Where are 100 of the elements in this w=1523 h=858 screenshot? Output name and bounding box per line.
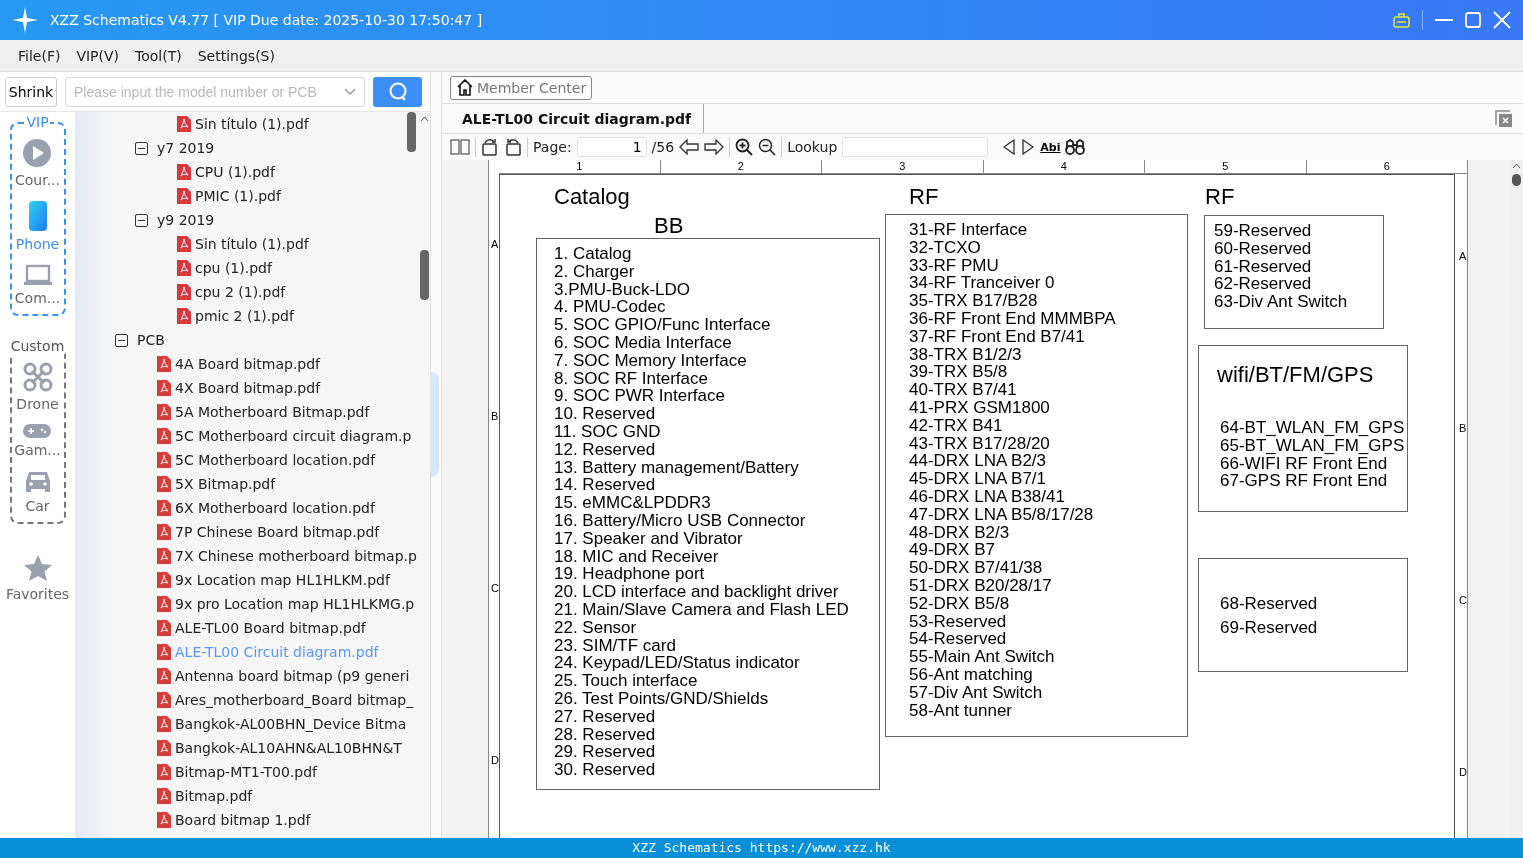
logo-icon (12, 7, 38, 33)
category-button[interactable]: Car (23, 470, 52, 514)
file-item[interactable]: Sin título (1).pdf (195, 116, 309, 132)
zoom-in-icon[interactable] (735, 138, 754, 156)
menu-item[interactable]: Tool(T) (135, 47, 182, 64)
catalog-entry: 26. Test Points/GND/Shields (554, 689, 770, 708)
catalog-entry: 29. Reserved (554, 743, 657, 762)
next-page-icon[interactable] (704, 139, 725, 155)
rotate-right-icon[interactable] (504, 138, 522, 156)
file-item[interactable]: Bitmap-MT1-T00.pdf (175, 764, 317, 780)
member-center-button[interactable]: Member Center (450, 75, 593, 100)
binoculars-icon[interactable] (1065, 139, 1086, 155)
row-letter: C (491, 582, 499, 594)
file-item[interactable]: 7P Chinese Board bitmap.pdf (175, 524, 380, 540)
page-field[interactable]: 1 (576, 137, 647, 157)
menu-item[interactable]: Settings(S) (197, 47, 275, 64)
catalog-entry: 41-PRX GSM1800 (909, 398, 1051, 417)
folder-item[interactable]: y9 2019 (157, 212, 215, 228)
menu-item[interactable]: VIP(V) (76, 47, 120, 64)
catalog-entry: 3.PMU-Buck-LDO (554, 280, 692, 299)
collapse-icon[interactable] (135, 213, 148, 227)
page-count: /56 (651, 139, 675, 155)
file-item[interactable]: Ares_motherboard_Board bitmap_ (175, 692, 414, 708)
two-page-icon[interactable] (450, 139, 470, 155)
file-item[interactable]: 5C Motherboard circuit diagram.p (175, 428, 412, 444)
catalog-entry: 6. SOC Media Interface (554, 334, 733, 352)
rotate-left-icon[interactable] (481, 138, 499, 156)
scrollbar-thumb[interactable] (407, 112, 416, 152)
pdf-file-icon (157, 644, 171, 660)
scrollbar-thumb[interactable] (1512, 174, 1521, 186)
file-item[interactable]: cpu (1).pdf (195, 260, 272, 276)
file-item[interactable]: 9x pro Location map HL1HLKMG.p (175, 596, 415, 612)
file-item[interactable]: Bangkok-AL10AHN&AL10BHN&T (175, 740, 402, 756)
pdf-file-icon (157, 596, 171, 612)
next-match-icon[interactable] (1021, 139, 1036, 155)
pdf-file-icon (157, 404, 171, 420)
file-item[interactable]: cpu 2 (1).pdf (195, 284, 286, 300)
collapse-icon[interactable] (135, 141, 148, 155)
pdf-file-icon (157, 788, 171, 804)
file-item[interactable]: Antenna board bitmap (p9 generi (175, 668, 410, 684)
catalog-entry: 46-DRX LNA B38/41 (909, 487, 1066, 506)
row-letter: A (1459, 250, 1467, 262)
file-item[interactable]: 6X Motherboard location.pdf (175, 500, 375, 516)
file-item[interactable]: CPU (1).pdf (195, 164, 275, 180)
maximize-icon[interactable] (1465, 12, 1481, 28)
category-button[interactable]: Gam... (14, 424, 61, 458)
briefcase-icon[interactable] (1393, 12, 1410, 28)
file-item[interactable]: Sin título (1).pdf (195, 236, 309, 252)
file-item[interactable]: 5C Motherboard location.pdf (175, 452, 376, 468)
search-field[interactable]: Please input the model number or PCB (65, 76, 365, 107)
file-item[interactable]: Bitmap.pdf (175, 788, 253, 804)
file-item[interactable]: 7X Chinese motherboard bitmap.p (175, 548, 417, 564)
category-button[interactable]: Com... (14, 264, 61, 306)
group-label: Custom (9, 338, 66, 354)
file-item[interactable]: ALE-TL00 Board bitmap.pdf (175, 620, 366, 636)
file-item[interactable]: 4X Board bitmap.pdf (175, 380, 321, 396)
catalog-entry: 48-DRX B2/3 (909, 523, 1011, 542)
column-number: 5 (1145, 160, 1307, 173)
pdf-file-icon (177, 188, 191, 204)
file-item[interactable]: 5A Motherboard Bitmap.pdf (175, 404, 370, 420)
laptop-icon (22, 264, 53, 286)
collapse-icon[interactable] (115, 333, 128, 347)
file-item[interactable]: Bangkok-AL00BHN_Device Bitma (175, 716, 407, 732)
scrollbar-thumb[interactable] (420, 250, 429, 300)
match-case-button[interactable]: Abi (1040, 140, 1061, 154)
catalog-entry: 28. Reserved (554, 725, 657, 744)
previous-match-icon[interactable] (1002, 139, 1017, 155)
catalog-entry: 50-DRX B7/41/38 (909, 559, 1044, 577)
previous-page-icon[interactable] (679, 139, 700, 155)
zoom-out-icon[interactable] (758, 138, 777, 156)
shrink-button[interactable]: Shrink (5, 76, 57, 107)
collapse-handle[interactable] (431, 372, 439, 477)
file-item[interactable]: 9x Location map HL1HLKM.pdf (175, 572, 390, 588)
close-icon[interactable] (1493, 11, 1511, 29)
catalog-entry: 12. Reserved (554, 440, 657, 459)
pdf-file-icon (177, 116, 191, 132)
pdf-file-icon (177, 236, 191, 252)
close-all-icon[interactable] (1495, 109, 1513, 128)
catalog-entry: 68-Reserved (1220, 593, 1319, 615)
file-item[interactable]: 5X Bitmap.pdf (175, 476, 276, 492)
folder-item[interactable]: y7 2019 (157, 140, 215, 156)
category-button[interactable]: Cour... (14, 138, 60, 188)
lookup-field[interactable] (842, 137, 989, 157)
row-letter: C (1459, 594, 1467, 606)
pdf-file-icon (157, 692, 171, 708)
file-item[interactable]: PMIC (1).pdf (195, 188, 281, 204)
file-item[interactable]: 4A Board bitmap.pdf (175, 356, 321, 372)
catalog-entry: 18. MIC and Receiver (554, 547, 720, 566)
scroll-up-icon[interactable] (1512, 163, 1521, 169)
pdf-file-icon (157, 500, 171, 516)
section-title: wifi/BT/FM/GPS (1217, 362, 1375, 388)
favorites-button[interactable]: Favorites (5, 554, 70, 602)
file-item[interactable]: pmic 2 (1).pdf (195, 308, 294, 324)
scroll-up-icon[interactable] (420, 116, 429, 122)
menu-item[interactable]: File(F) (18, 47, 61, 64)
folder-item[interactable]: PCB (137, 332, 165, 348)
search-button[interactable] (373, 76, 422, 107)
phone-icon (27, 200, 48, 232)
file-item[interactable]: Board bitmap 1.pdf (175, 812, 311, 828)
category-button[interactable]: Drone (16, 362, 59, 412)
